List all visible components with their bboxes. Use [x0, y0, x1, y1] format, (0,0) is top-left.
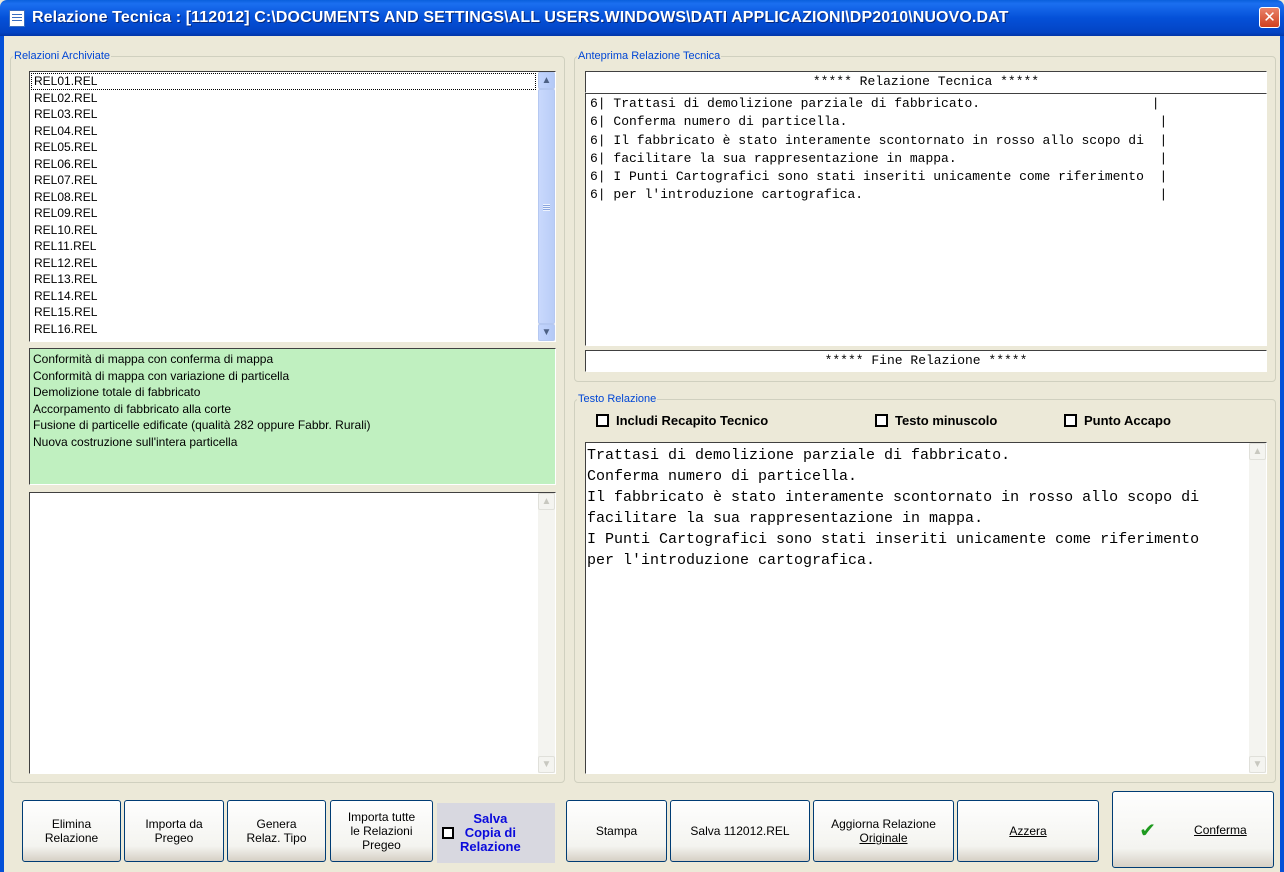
template-item[interactable]: Fusione di particelle edificate (qualità… — [33, 417, 552, 434]
template-item[interactable]: Demolizione totale di fabbricato — [33, 384, 552, 401]
scroll-down-arrow-icon[interactable]: ▼ — [538, 324, 555, 341]
generate-type-label-2: Relaz. Tipo — [246, 831, 307, 845]
checkbox-unchecked-icon — [875, 414, 888, 427]
save-copy-checkbox[interactable]: Salva Copia di Relazione — [437, 803, 555, 863]
save-copy-label-2: Copia di — [464, 825, 516, 840]
save-copy-label-1: Salva — [473, 811, 508, 826]
template-item[interactable]: Conformità di mappa con conferma di mapp… — [33, 351, 552, 368]
delete-relation-button[interactable]: Elimina Relazione — [22, 800, 121, 862]
checkmark-icon: ✔ — [1139, 817, 1157, 842]
save-copy-label: Salva Copia di Relazione — [460, 812, 521, 854]
generate-type-button[interactable]: Genera Relaz. Tipo — [227, 800, 326, 862]
archived-relation-item[interactable]: REL16.REL — [31, 321, 537, 338]
close-button[interactable]: ✕ — [1259, 7, 1280, 28]
archived-list-scrollbar[interactable]: ▲ ▼ — [538, 72, 555, 341]
save-file-button[interactable]: Salva 112012.REL — [670, 800, 810, 862]
archived-relation-item[interactable]: REL09.REL — [31, 205, 537, 222]
window-frame-right — [1280, 36, 1284, 872]
archived-relation-item[interactable]: REL03.REL — [31, 106, 537, 123]
archived-relation-item[interactable]: REL01.REL — [31, 73, 536, 90]
preview-text-area: 6| Trattasi di demolizione parziale di f… — [585, 93, 1267, 346]
preview-legend: Anteprima Relazione Tecnica — [578, 50, 721, 62]
archived-relation-item[interactable]: REL11.REL — [31, 238, 537, 255]
generate-type-label-1: Genera — [256, 817, 297, 831]
window-title: Relazione Tecnica : [112012] C:\DOCUMENT… — [32, 9, 1009, 26]
print-button[interactable]: Stampa — [566, 800, 667, 862]
scroll-up-arrow-icon[interactable]: ▲ — [538, 72, 555, 89]
title-bar: Relazione Tecnica : [112012] C:\DOCUMENT… — [0, 0, 1284, 36]
update-original-button[interactable]: Aggiorna Relazione Originale — [813, 800, 954, 862]
reset-label: Azzera — [1009, 824, 1047, 838]
save-file-label: Salva 112012.REL — [690, 824, 790, 838]
template-item[interactable]: Nuova costruzione sull'intera particella — [33, 434, 552, 451]
template-description-box[interactable]: ▲ ▼ — [29, 492, 556, 774]
punto-accapo-label: Punto Accapo — [1084, 413, 1171, 428]
import-all-pregeo-button[interactable]: Importa tutte le Relazioni Pregeo — [330, 800, 433, 862]
preview-line: 6| Il fabbricato è stato interamente sco… — [590, 132, 1168, 148]
preview-footer: ***** Fine Relazione ***** — [585, 350, 1267, 372]
text-relation-legend: Testo Relazione — [578, 393, 657, 405]
archived-relations-legend: Relazioni Archiviate — [14, 50, 110, 62]
preview-header: ***** Relazione Tecnica ***** — [585, 71, 1267, 93]
lowercase-text-checkbox[interactable]: Testo minuscolo — [875, 413, 997, 428]
description-scrollbar[interactable]: ▲ ▼ — [538, 493, 555, 773]
preview-line: 6| I Punti Cartografici sono stati inser… — [590, 169, 1168, 185]
include-recapito-checkbox[interactable]: Includi Recapito Tecnico — [596, 413, 768, 428]
import-pregeo-label-1: Importa da — [145, 817, 203, 831]
archived-relation-item[interactable]: REL10.REL — [31, 222, 537, 239]
preview-line: 6| per l'introduzione cartografica. | — [590, 187, 1168, 203]
scroll-up-arrow-icon: ▲ — [538, 493, 555, 510]
update-original-label-2: Originale — [859, 831, 908, 845]
archived-relation-item[interactable]: REL12.REL — [31, 255, 537, 272]
preview-line: 6| facilitare la sua rappresentazione in… — [590, 150, 1168, 166]
include-recapito-label: Includi Recapito Tecnico — [616, 413, 769, 428]
archived-relations-list[interactable]: REL01.REL REL02.REL REL03.REL REL04.REL REL0… — [29, 71, 556, 342]
archived-relation-item[interactable]: REL14.REL — [31, 288, 537, 305]
window-frame-left — [0, 36, 4, 872]
save-copy-label-3: Relazione — [460, 839, 521, 854]
update-original-label-1: Aggiorna Relazione — [831, 817, 936, 831]
confirm-button[interactable]: ✔ Conferma — [1112, 791, 1274, 868]
template-item[interactable]: Conformità di mappa con variazione di pa… — [33, 368, 552, 385]
notepad-icon — [9, 9, 25, 27]
archived-relation-item[interactable]: REL02.REL — [31, 90, 537, 107]
scroll-down-arrow-icon: ▼ — [1249, 756, 1266, 773]
punto-accapo-checkbox[interactable]: Punto Accapo — [1064, 413, 1171, 428]
delete-relation-label-1: Elimina — [51, 817, 92, 831]
archived-relation-item[interactable]: REL04.REL — [31, 123, 537, 140]
scroll-up-arrow-icon: ▲ — [1249, 443, 1266, 460]
checkbox-unchecked-icon — [442, 827, 454, 839]
archived-relation-item[interactable]: REL13.REL — [31, 271, 537, 288]
editor-scrollbar[interactable]: ▲ ▼ — [1249, 443, 1266, 773]
import-pregeo-label-2: Pregeo — [154, 831, 194, 845]
lowercase-text-label: Testo minuscolo — [895, 413, 998, 428]
scroll-thumb[interactable] — [538, 89, 555, 324]
checkbox-unchecked-icon — [596, 414, 609, 427]
template-item[interactable]: Accorpamento di fabbricato alla corte — [33, 401, 552, 418]
import-all-label-3: Pregeo — [362, 838, 401, 852]
archived-relation-item[interactable]: REL07.REL — [31, 172, 537, 189]
import-all-label-1: Importa tutte — [347, 810, 416, 824]
print-label: Stampa — [595, 824, 638, 838]
import-all-label-2: le Relazioni — [350, 824, 413, 838]
archived-relation-item[interactable]: REL06.REL — [31, 156, 537, 173]
relation-templates-list[interactable]: Conformità di mappa con conferma di mapp… — [29, 348, 556, 485]
relation-text-editor[interactable]: Trattasi di demolizione parziale di fabb… — [585, 442, 1267, 774]
archived-relation-item[interactable]: REL08.REL — [31, 189, 537, 206]
preview-line: 6| Trattasi di demolizione parziale di f… — [590, 96, 1160, 111]
checkbox-unchecked-icon — [1064, 414, 1077, 427]
import-pregeo-button[interactable]: Importa da Pregeo — [124, 800, 224, 862]
preview-line: 6| Conferma numero di particella. | — [590, 114, 1168, 130]
scroll-down-arrow-icon: ▼ — [538, 756, 555, 773]
relation-text-content[interactable]: Trattasi di demolizione parziale di fabb… — [587, 443, 1248, 773]
archived-relation-item[interactable]: REL15.REL — [31, 304, 537, 321]
archived-relation-item[interactable]: REL05.REL — [31, 139, 537, 156]
delete-relation-label-2: Relazione — [44, 831, 99, 845]
confirm-label: Conferma — [1194, 822, 1247, 837]
reset-button[interactable]: Azzera — [957, 800, 1099, 862]
